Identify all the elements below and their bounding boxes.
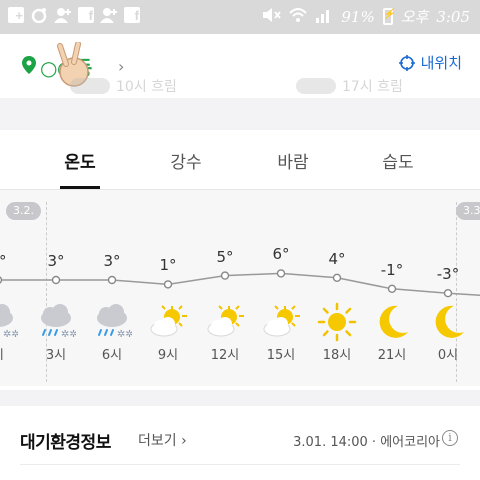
- facebook-icon: f: [124, 7, 140, 23]
- svg-text:✲✲: ✲✲: [61, 329, 76, 340]
- temp-label: -3°: [436, 265, 460, 284]
- status-right: 91% 오후 3:05: [261, 6, 470, 27]
- hour-label: 0시: [437, 348, 459, 363]
- temp-label: 1°: [159, 256, 177, 275]
- hour-label: 6시: [101, 348, 123, 363]
- temp-label: 3°: [103, 252, 121, 270]
- temp-label: 5°: [216, 247, 234, 266]
- temp-point: [220, 271, 230, 280]
- temp-point: [51, 275, 61, 285]
- partly-cloudy-icon: [261, 302, 301, 342]
- temp-label: -1°: [380, 260, 404, 279]
- add-box-icon: +: [8, 7, 24, 23]
- tab-wind[interactable]: 바람: [253, 148, 333, 173]
- status-bar: + f f 91% 오후 3:: [0, 0, 480, 34]
- temp-label: 6°: [272, 245, 290, 264]
- svg-text:✲✲: ✲✲: [3, 329, 18, 340]
- facebook-icon: f: [78, 7, 94, 23]
- tab-precipitation[interactable]: 강수: [146, 148, 226, 173]
- temp-point: [163, 280, 173, 289]
- rain-snow-icon: ✲✲: [92, 302, 134, 342]
- spacer: [0, 390, 480, 406]
- hour-label: 15시: [266, 348, 296, 363]
- rain-snow-icon: ✲✲: [36, 302, 78, 342]
- chat-icon: [30, 6, 48, 24]
- signal-icon: [315, 7, 333, 27]
- hourly-forecast-chart[interactable]: 3.2. 3.3 3°✲✲시3°✲✲3시3°✲✲6시1°9시5°12시6°15시…: [0, 190, 480, 386]
- more-link[interactable]: 더보기 ›: [138, 430, 187, 450]
- summary-label: 10시 흐림: [116, 79, 177, 95]
- forecast-card: 온도 강수 바람 습도 3.2. 3.3 3°✲✲시3°✲✲3시3°✲✲6시1°…: [0, 130, 480, 390]
- divider: [20, 464, 460, 465]
- air-quality-title: 대기환경정보: [20, 433, 111, 453]
- hour-label: 21시: [377, 348, 407, 363]
- more-label: 더보기: [138, 433, 177, 449]
- air-quality-section: 대기환경정보 더보기 › 3.01. 14:00 · 에어코리아 i: [0, 406, 480, 480]
- summary-item: 10시 흐림: [70, 76, 177, 96]
- crosshair-icon: [398, 54, 415, 71]
- add-user-icon: [100, 6, 118, 24]
- summary-row: 10시 흐림 17시 흐림: [0, 72, 480, 98]
- hour-label: 시: [0, 344, 18, 363]
- moon-icon: [372, 302, 412, 342]
- temp-label: 3°: [0, 252, 7, 270]
- hour-label: 12시: [210, 348, 240, 363]
- rain-snow-icon: ✲✲: [0, 302, 20, 342]
- temp-label: 3°: [47, 252, 65, 270]
- summary-label: 17시 흐림: [342, 79, 403, 95]
- cloud-icon: [70, 78, 110, 94]
- active-tab-indicator: [60, 186, 100, 189]
- my-location-label: 내위치: [420, 54, 462, 72]
- clock: 3:05: [436, 7, 470, 26]
- temp-point: [0, 276, 3, 284]
- temp-point: [387, 284, 397, 294]
- partly-cloudy-icon: [205, 302, 245, 342]
- forecast-tabs: 온도 강수 바람 습도: [0, 130, 480, 190]
- my-location-button[interactable]: 내위치: [398, 52, 462, 73]
- hour-label: 18시: [322, 348, 352, 363]
- cloud-icon: [296, 78, 336, 94]
- tab-temperature[interactable]: 온도: [40, 148, 120, 173]
- svg-text:✲✲: ✲✲: [117, 329, 132, 340]
- partly-cloudy-icon: [148, 302, 188, 342]
- tab-humidity[interactable]: 습도: [358, 148, 438, 173]
- mute-icon: [261, 7, 282, 27]
- battery-icon: [382, 8, 395, 25]
- battery-percent: 91%: [341, 7, 375, 26]
- temp-point: [107, 275, 117, 285]
- notification-icons: + f f: [8, 6, 140, 24]
- hour-label: 9시: [157, 348, 179, 363]
- info-icon[interactable]: i: [442, 430, 458, 446]
- weather-app: + f f 91% 오후 3:: [0, 0, 480, 480]
- temp-point: [443, 288, 453, 298]
- wifi-icon: [289, 7, 308, 27]
- temp-label: 4°: [328, 249, 346, 268]
- hour-label: 3시: [45, 348, 67, 363]
- temp-point: [332, 273, 342, 283]
- spacer: [0, 98, 480, 130]
- summary-item: 17시 흐림: [296, 76, 403, 96]
- add-user-icon: [54, 6, 72, 24]
- ampm: 오후: [400, 8, 429, 26]
- moon-icon: [428, 302, 468, 342]
- temp-point: [276, 269, 286, 278]
- air-quality-source: 3.01. 14:00 · 에어코리아: [293, 435, 440, 450]
- sunny-icon: [317, 302, 357, 342]
